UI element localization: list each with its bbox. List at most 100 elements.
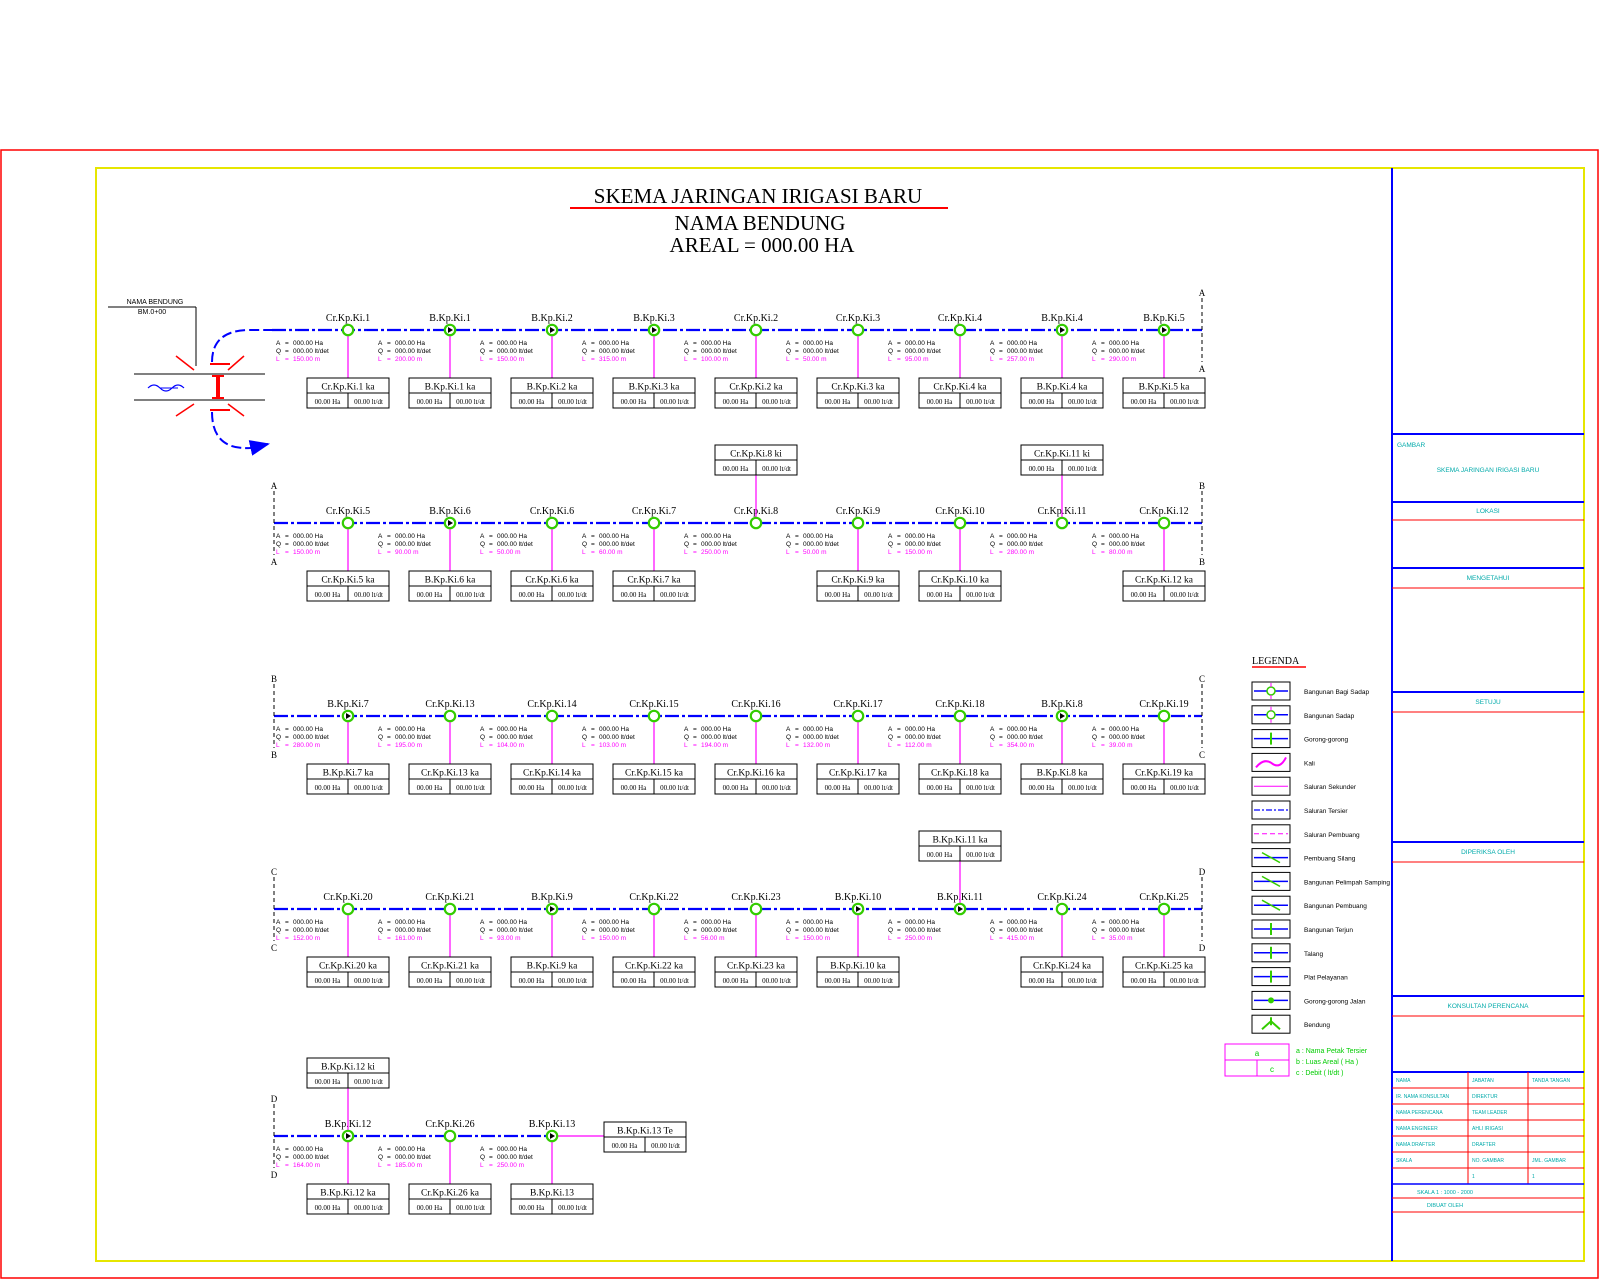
panel-gambar-value: SKEMA JARINGAN IRIGASI BARU (1437, 467, 1540, 474)
abl-key: Q (480, 348, 485, 355)
abl-key: Q (276, 1154, 281, 1161)
abl-value: 000.00 lt/det (803, 734, 839, 741)
tersier-flow: 00.00 lt/dt (966, 398, 995, 406)
abl-value: 000.00 lt/det (1007, 927, 1043, 934)
abl-value: 200.00 m (395, 356, 422, 363)
abl-eq: = (795, 726, 799, 733)
abl-eq: = (897, 541, 901, 548)
abl-value: 000.00 lt/det (803, 541, 839, 548)
tersier-area: 00.00 Ha (825, 977, 852, 985)
tersier-flow: 00.00 lt/dt (660, 591, 689, 599)
abl-key: Q (378, 348, 383, 355)
tersier-flow: 00.00 lt/dt (1170, 784, 1199, 792)
tersier-area: 00.00 Ha (519, 398, 546, 406)
abl-value: 95.00 m (905, 356, 929, 363)
abl-value: 415.00 m (1007, 935, 1034, 942)
legend-item: Saluran Pembuang (1251, 824, 1360, 844)
key-c: c (1270, 1065, 1274, 1074)
tersier-area: 00.00 Ha (315, 977, 342, 985)
abl-eq: = (489, 919, 493, 926)
abl-key: A (480, 726, 485, 733)
tersier-label-bottom: Cr.Kp.Ki.16 ka 00.00 Ha 00.00 lt/dt (714, 763, 798, 795)
tersier-label-bottom: Cr.Kp.Ki.26 ka 00.00 Ha 00.00 lt/dt (408, 1183, 492, 1215)
tersier-name: B.Kp.Ki.7 ka (323, 769, 374, 779)
abl-key: Q (1092, 348, 1097, 355)
abl-key: A (888, 726, 893, 733)
tersier-area: 00.00 Ha (519, 784, 546, 792)
structure-node: Cr.Kp.Ki.24 A = 000.00 Ha Q = 000.00 lt/det L = 4… (990, 892, 1104, 988)
structure-name: Cr.Kp.Ki.9 (836, 506, 880, 517)
structure-name: B.Kp.Ki.3 (633, 313, 674, 324)
offtake-structure-icon (953, 709, 967, 723)
abl-eq: = (387, 340, 391, 347)
legend-item: Talang (1251, 943, 1324, 963)
abl-eq: = (489, 340, 493, 347)
tersier-area: 00.00 Ha (612, 1142, 639, 1150)
abl-eq: = (795, 919, 799, 926)
legend-label: Bendung (1304, 1022, 1330, 1029)
offtake-structure-icon (953, 323, 967, 337)
tersier-label-bottom: B.Kp.Ki.3 ka 00.00 Ha 00.00 lt/dt (612, 377, 696, 409)
abl-key: Q (990, 348, 995, 355)
tersier-name: Cr.Kp.Ki.15 ka (625, 769, 684, 779)
abl-value: 000.00 Ha (1109, 533, 1139, 540)
structure-name: Cr.Kp.Ki.26 (425, 1119, 474, 1130)
tersier-flow: 00.00 lt/dt (966, 851, 995, 859)
tersier-area: 00.00 Ha (417, 591, 444, 599)
abl-key: Q (990, 734, 995, 741)
legend-label: Bangunan Pelimpah Samping (1304, 879, 1390, 886)
tersier-area: 00.00 Ha (1131, 591, 1158, 599)
abl-eq: = (591, 340, 595, 347)
tersier-label-bottom: Cr.Kp.Ki.22 ka 00.00 Ha 00.00 lt/dt (612, 956, 696, 988)
tersier-name: Cr.Kp.Ki.6 ka (525, 576, 579, 586)
tersier-name: Cr.Kp.Ki.20 ka (319, 962, 378, 972)
abl-key: A (1092, 533, 1097, 540)
legend-item: Bangunan Sadap (1251, 705, 1355, 725)
structure-node: B.Kp.Ki.5 A = 000.00 Ha Q = 000.00 lt/det L = 290… (1092, 313, 1206, 409)
abl-value: 000.00 Ha (497, 726, 527, 733)
structure-node: Cr.Kp.Ki.18 A = 000.00 Ha Q = 000.00 lt/det L = 1… (888, 699, 1002, 795)
weir-sublabel: BM.0+00 (138, 309, 166, 316)
tersier-area: 00.00 Ha (519, 977, 546, 985)
structure-node: Cr.Kp.Ki.3 A = 000.00 Ha Q = 000.00 lt/det L = 50… (786, 313, 900, 409)
tersier-label-bottom: B.Kp.Ki.5 ka 00.00 Ha 00.00 lt/dt (1122, 377, 1206, 409)
weir-symbol: NAMA BENDUNG BM.0+00 (108, 299, 272, 456)
abl-eq: = (285, 1154, 289, 1161)
abl-eq: = (285, 549, 289, 556)
tersier-flow: 00.00 lt/dt (456, 1204, 485, 1212)
abl-key: Q (888, 541, 893, 548)
tersier-name: Cr.Kp.Ki.21 ka (421, 962, 480, 972)
abl-value: 000.00 Ha (395, 919, 425, 926)
abl-value: 000.00 Ha (1109, 919, 1139, 926)
abl-value: 103.00 m (599, 742, 626, 749)
abl-key: L (582, 549, 586, 556)
abl-eq: = (693, 356, 697, 363)
structure-node: B.Kp.Ki.10 A = 000.00 Ha Q = 000.00 lt/det L = 15… (786, 892, 900, 988)
abl-eq: = (1101, 927, 1105, 934)
abl-value: 000.00 Ha (803, 726, 833, 733)
structure-name: Cr.Kp.Ki.19 (1139, 699, 1188, 710)
abl-key: Q (1092, 541, 1097, 548)
abl-key: L (276, 549, 280, 556)
abl-value: 93.00 m (497, 935, 521, 942)
offtake-structure-icon (1157, 902, 1171, 916)
abl-value: 250.00 m (497, 1162, 524, 1169)
tersier-label-bottom: B.Kp.Ki.8 ka 00.00 Ha 00.00 lt/dt (1020, 763, 1104, 795)
tersier-label-top: Cr.Kp.Ki.8 ki 00.00 Ha 00.00 lt/dt (714, 444, 798, 476)
abl-eq: = (591, 541, 595, 548)
section-break-bottom: C (1199, 750, 1205, 760)
structure-node: B.Kp.Ki.7 A = 000.00 Ha Q = 000.00 lt/det L = 280… (276, 699, 390, 795)
abl-key: L (990, 356, 994, 363)
abl-value: 50.00 m (803, 549, 827, 556)
tersier-name: B.Kp.Ki.8 ka (1037, 769, 1088, 779)
tersier-name: B.Kp.Ki.13 Te (617, 1127, 673, 1137)
abl-eq: = (285, 742, 289, 749)
abl-eq: = (285, 935, 289, 942)
abl-key: L (276, 742, 280, 749)
abl-eq: = (591, 919, 595, 926)
abl-eq: = (1101, 742, 1105, 749)
structure-name: Cr.Kp.Ki.21 (425, 892, 474, 903)
weir-label: NAMA BENDUNG (127, 299, 184, 306)
abl-value: 000.00 Ha (395, 340, 425, 347)
abl-value: 000.00 lt/det (905, 927, 941, 934)
